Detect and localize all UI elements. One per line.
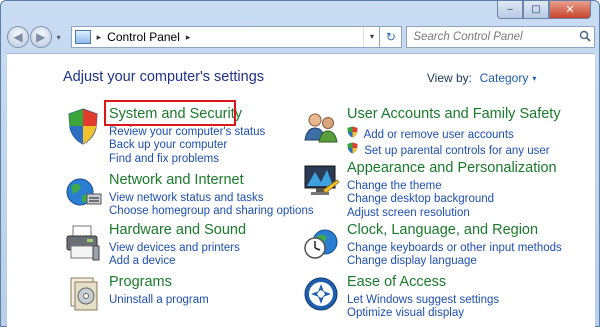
link-keyboards[interactable]: Change keyboards or other input methods [347,242,562,255]
breadcrumb-root-chevron[interactable]: ▸ [97,32,102,43]
ease-of-access-icon[interactable] [301,274,341,314]
category-title-appearance[interactable]: Appearance and Personalization [347,160,557,176]
content-pane: Adjust your computer's settings View by:… [7,53,595,327]
link-homegroup[interactable]: Choose homegroup and sharing options [109,205,314,218]
close-button[interactable]: ✕ [549,1,591,19]
link-display-language[interactable]: Change display language [347,255,562,268]
link-optimize-display[interactable]: Optimize visual display [347,307,499,320]
category-links: Change the theme Change desktop backgrou… [347,180,494,220]
uac-shield-icon [347,126,358,138]
minimize-button[interactable]: ‒ [497,1,523,19]
address-dropdown-button[interactable]: ▾ [363,27,379,47]
link-desktop-background[interactable]: Change desktop background [347,193,494,206]
uac-shield-icon [347,142,358,154]
search-box[interactable]: Search Control Panel [406,26,596,48]
category-links: Uninstall a program [109,294,209,307]
navigation-bar: ◀ ▶ ▾ ▸ Control Panel ▸ ▾ ↻ Search Contr… [7,25,596,49]
category-title-hardware-sound[interactable]: Hardware and Sound [109,222,246,238]
category-links: View devices and printers Add a device [109,242,240,269]
view-by-dropdown[interactable]: Category ▾ [476,68,540,88]
control-panel-window: ‒ □ ✕ ◀ ▶ ▾ ▸ Control Panel ▸ ▾ ↻ Search… [0,0,600,327]
caption-buttons: ‒ □ ✕ [497,1,591,21]
category-title-network-internet[interactable]: Network and Internet [109,172,244,188]
view-by-value: Category [479,71,529,85]
globe-network-icon[interactable] [63,172,103,212]
category-title-user-accounts[interactable]: User Accounts and Family Safety [347,106,561,122]
link-review-status[interactable]: Review your computer's status [109,126,265,139]
forward-button[interactable]: ▶ [29,26,52,48]
monitor-icon[interactable] [301,160,341,200]
link-back-up[interactable]: Back up your computer [109,139,265,152]
search-input[interactable]: Search Control Panel [413,31,576,43]
category-links: View network status and tasks Choose hom… [109,192,314,219]
shield-icon[interactable] [63,106,103,146]
search-icon[interactable] [576,30,594,45]
refresh-button[interactable]: ↻ [380,26,403,48]
view-by-label: View by: [426,71,472,85]
category-links: Change keyboards or other input methods … [347,242,562,269]
recent-pages-dropdown[interactable]: ▾ [53,33,65,42]
link-add-remove-accounts[interactable]: Add or remove user accounts [347,126,550,142]
control-panel-icon [74,30,91,44]
link-parental-controls[interactable]: Set up parental controls for any user [347,142,550,158]
link-suggest-settings[interactable]: Let Windows suggest settings [347,294,499,307]
users-icon[interactable] [301,106,341,146]
category-title-ease-of-access[interactable]: Ease of Access [347,274,446,290]
clock-globe-icon[interactable] [301,222,341,262]
category-title-clock-language[interactable]: Clock, Language, and Region [347,222,538,238]
back-button[interactable]: ◀ [7,26,29,48]
link-devices-printers[interactable]: View devices and printers [109,242,240,255]
link-label[interactable]: Set up parental controls for any user [364,145,549,157]
breadcrumb-chevron[interactable]: ▸ [186,32,191,43]
link-uninstall-program[interactable]: Uninstall a program [109,294,209,307]
category-links: Review your computer's status Back up yo… [109,126,265,166]
address-bar[interactable]: ▸ Control Panel ▸ ▾ [70,26,381,48]
category-links: Add or remove user accounts Set up paren… [347,126,550,159]
link-add-device[interactable]: Add a device [109,255,240,268]
link-label[interactable]: Add or remove user accounts [364,129,514,141]
printer-icon[interactable] [63,222,103,262]
highlight-box [104,100,236,126]
link-change-theme[interactable]: Change the theme [347,180,494,193]
programs-icon[interactable] [63,274,103,314]
chevron-down-icon: ▾ [532,73,537,83]
category-title-programs[interactable]: Programs [109,274,172,290]
maximize-button[interactable]: □ [523,1,549,19]
link-network-status[interactable]: View network status and tasks [109,192,314,205]
category-links: Let Windows suggest settings Optimize vi… [347,294,499,321]
page-title: Adjust your computer's settings [63,69,265,85]
link-screen-resolution[interactable]: Adjust screen resolution [347,207,494,220]
link-find-fix[interactable]: Find and fix problems [109,153,265,166]
breadcrumb-control-panel[interactable]: Control Panel [107,30,180,44]
